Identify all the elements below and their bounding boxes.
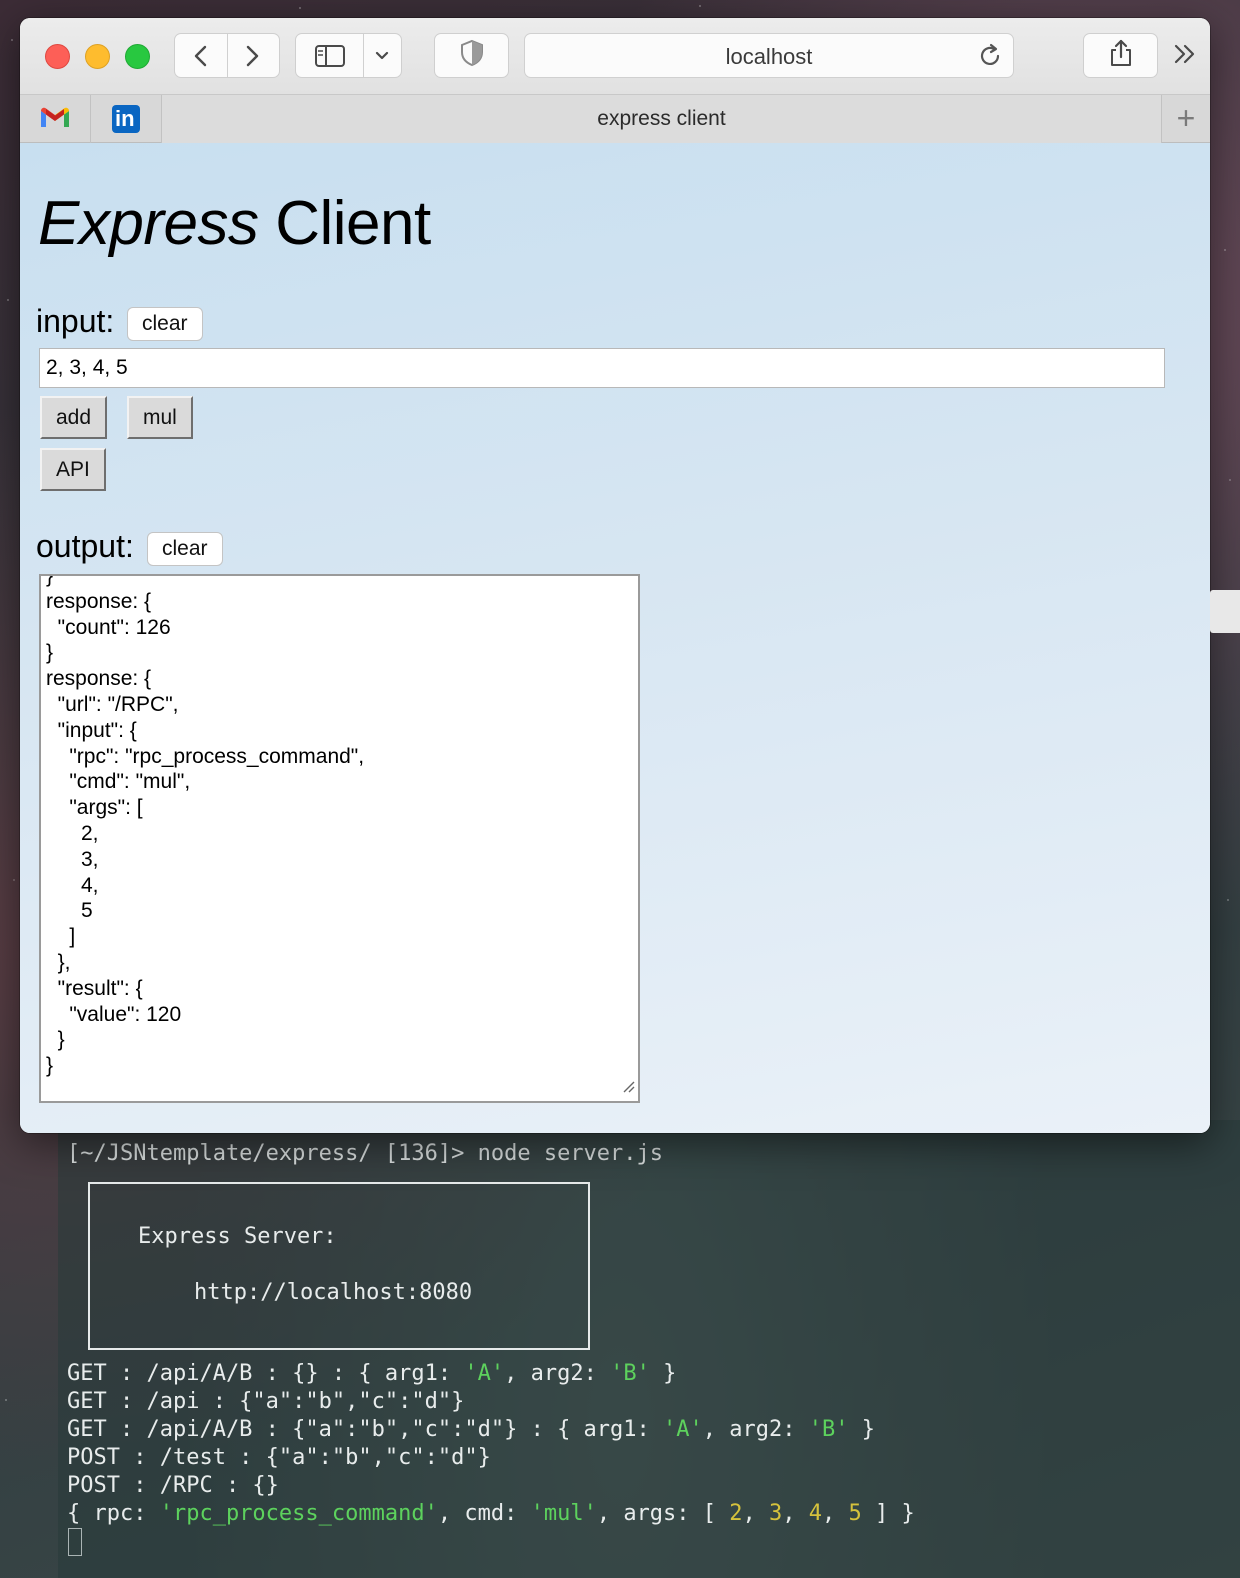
favorite-gmail[interactable] — [20, 95, 91, 143]
chevron-down-icon[interactable] — [372, 46, 392, 71]
input-label: input: — [36, 303, 115, 339]
terminal-log-segment: } — [649, 1361, 677, 1386]
terminal-log-segment: 'B' — [610, 1361, 650, 1386]
history-nav-group — [174, 33, 280, 78]
terminal-log-segment: 5 — [848, 1501, 862, 1526]
browser-toolbar: localhost — [20, 18, 1210, 94]
terminal-log-line: { rpc: 'rpc_process_command', cmd: 'mul'… — [67, 1500, 915, 1528]
browser-window: localhost in express client + Express Cl… — [20, 18, 1210, 1133]
output-clear-button[interactable]: clear — [147, 532, 223, 566]
terminal-log-segment: POST : /RPC : {} — [67, 1473, 279, 1498]
output-textarea[interactable]: } response: { "count": 126 } response: {… — [39, 574, 640, 1103]
terminal-log-segment: 'rpc_process_command' — [159, 1501, 438, 1526]
terminal-log-segment: , args: [ — [596, 1501, 730, 1526]
sidebar-icon[interactable] — [314, 44, 346, 73]
privacy-report-button[interactable] — [434, 33, 509, 78]
share-button[interactable] — [1083, 33, 1158, 78]
page-title: Express Client — [38, 188, 431, 259]
terminal-log-segment: , arg2: — [702, 1417, 809, 1442]
server-banner-url: http://localhost:8080 — [194, 1280, 473, 1305]
server-banner-title: Express Server: — [138, 1224, 337, 1249]
terminal-window[interactable]: [~/JSNtemplate/express/ [136]> node serv… — [58, 1120, 1240, 1578]
api-button[interactable]: API — [40, 448, 106, 491]
share-icon — [1108, 38, 1134, 73]
terminal-log-segment: 2 — [729, 1501, 743, 1526]
terminal-log-segment: GET : /api/A/B : {"a":"b","c":"d"} : { a… — [67, 1417, 664, 1442]
address-bar-url: localhost — [725, 44, 813, 69]
terminal-log-segment: GET : /api : {"a":"b","c":"d"} — [67, 1389, 465, 1414]
terminal-log-segment: GET : /api/A/B : {} : { arg1: — [67, 1361, 465, 1386]
server-banner-box: Express Server: http://localhost:8080 — [88, 1182, 590, 1350]
page-content: Express Client input: clear 2, 3, 4, 5 a… — [20, 143, 1210, 1133]
address-bar[interactable]: localhost — [524, 33, 1014, 78]
terminal-log-segment: 'mul' — [530, 1501, 597, 1526]
shield-icon — [459, 39, 485, 72]
terminal-prompt: [~/JSNtemplate/express/ [136]> node serv… — [67, 1141, 664, 1166]
terminal-cursor — [68, 1528, 82, 1556]
minimize-window-button[interactable] — [85, 44, 110, 69]
terminal-log-line: GET : /api/A/B : {"a":"b","c":"d"} : { a… — [67, 1416, 875, 1444]
tab-bar: in express client + — [20, 94, 1210, 143]
add-button[interactable]: add — [40, 396, 108, 439]
new-tab-button[interactable]: + — [1161, 95, 1210, 143]
terminal-log-segment: 'B' — [808, 1417, 849, 1442]
input-clear-button[interactable]: clear — [127, 307, 203, 341]
terminal-log-segment: , arg2: — [504, 1361, 611, 1386]
terminal-log-line: GET : /api/A/B : {} : { arg1: 'A', arg2:… — [67, 1360, 676, 1388]
terminal-log-line: POST : /test : {"a":"b","c":"d"} — [67, 1444, 491, 1472]
sidebar-button-group — [295, 33, 402, 78]
tab-express-client[interactable]: express client — [162, 95, 1161, 143]
resize-grip-icon[interactable] — [621, 1079, 635, 1098]
output-label: output: — [36, 528, 134, 564]
terminal-log-segment: , — [822, 1501, 849, 1526]
terminal-log-segment: 'A' — [464, 1361, 505, 1386]
page-title-rest: Client — [258, 189, 431, 258]
terminal-log-line: GET : /api : {"a":"b","c":"d"} — [67, 1388, 464, 1416]
back-icon[interactable] — [190, 44, 212, 73]
mul-button[interactable]: mul — [127, 396, 193, 439]
terminal-log-segment: { rpc: — [67, 1501, 160, 1526]
terminal-log-line: POST : /RPC : {} — [67, 1472, 279, 1500]
page-title-italic: Express — [38, 189, 259, 258]
linkedin-icon: in — [112, 105, 140, 133]
terminal-log-segment: , cmd: — [437, 1501, 531, 1526]
terminal-log-segment: , — [782, 1501, 809, 1526]
reload-icon[interactable] — [977, 43, 1003, 74]
terminal-log-segment: 4 — [808, 1501, 823, 1526]
numbers-input[interactable]: 2, 3, 4, 5 — [39, 348, 1165, 388]
terminal-log-segment: , — [742, 1501, 770, 1526]
terminal-log-segment: 'A' — [663, 1417, 703, 1442]
zoom-window-button[interactable] — [125, 44, 150, 69]
forward-icon[interactable] — [241, 44, 263, 73]
background-window-edge — [1210, 590, 1240, 633]
gmail-icon — [39, 105, 71, 134]
terminal-log-segment: 3 — [769, 1501, 783, 1526]
favorite-linkedin[interactable]: in — [91, 95, 162, 143]
output-text: } response: { "count": 126 } response: {… — [46, 574, 365, 1078]
linkedin-icon-text: in — [115, 106, 135, 131]
terminal-log-segment: } — [848, 1417, 875, 1442]
close-window-button[interactable] — [45, 44, 70, 69]
toolbar-overflow-icon[interactable] — [1172, 42, 1198, 73]
terminal-log-segment: POST : /test : {"a":"b","c":"d"} — [67, 1445, 491, 1470]
terminal-log-segment: ] } — [861, 1501, 915, 1526]
